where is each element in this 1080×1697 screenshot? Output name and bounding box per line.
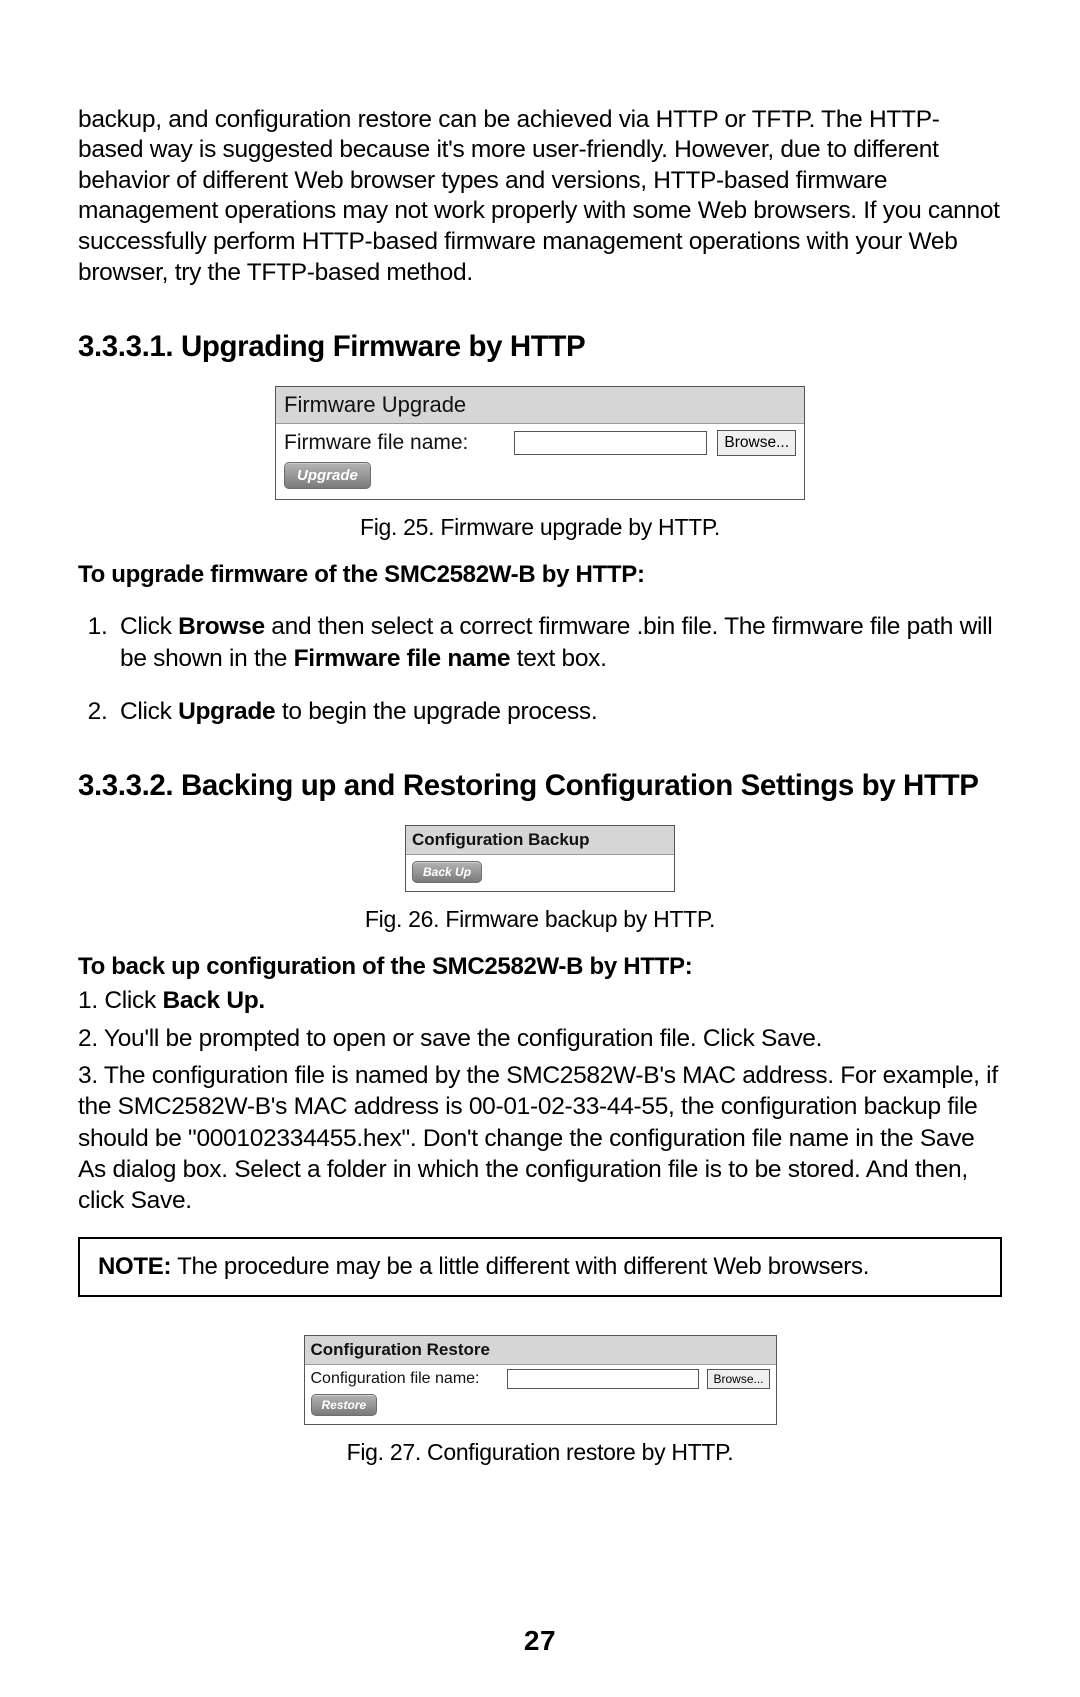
backup-step-2: 2. You'll be prompted to open or save th… [78, 1023, 1002, 1054]
configuration-backup-body: Back Up [406, 855, 674, 891]
text: text box. [510, 645, 606, 672]
browse-button[interactable]: Browse... [717, 430, 796, 456]
browse-button[interactable]: Browse... [707, 1369, 769, 1389]
note-label: NOTE: [98, 1253, 171, 1280]
backup-lead: To back up configuration of the SMC2582W… [78, 953, 1002, 981]
backup-step-1: 1. Click Back Up. [78, 985, 1002, 1016]
emph-back-up: Back Up. [162, 987, 264, 1014]
upgrade-button[interactable]: Upgrade [284, 462, 371, 489]
text: Click [120, 613, 178, 640]
figure-25-caption: Fig. 25. Firmware upgrade by HTTP. [78, 514, 1002, 541]
figure-26-caption: Fig. 26. Firmware backup by HTTP. [78, 906, 1002, 933]
section-heading-3332: 3.3.3.2. Backing up and Restoring Config… [78, 769, 1002, 803]
firmware-upgrade-title: Firmware Upgrade [276, 387, 804, 424]
upgrade-lead: To upgrade firmware of the SMC2582W-B by… [78, 561, 1002, 589]
configuration-restore-title: Configuration Restore [305, 1336, 776, 1365]
list-item: Click Upgrade to begin the upgrade proce… [114, 696, 1002, 727]
configuration-file-name-label: Configuration file name: [311, 1370, 499, 1388]
emph-upgrade: Upgrade [178, 698, 275, 725]
text: to begin the upgrade process. [275, 698, 597, 725]
text: 1. Click [78, 987, 162, 1014]
section-heading-3331: 3.3.3.1. Upgrading Firmware by HTTP [78, 330, 1002, 364]
restore-button[interactable]: Restore [311, 1394, 378, 1416]
upgrade-steps-list: Click Browse and then select a correct f… [78, 611, 1002, 727]
configuration-file-name-input[interactable] [507, 1369, 700, 1389]
text: Click [120, 698, 178, 725]
intro-paragraph: backup, and configuration restore can be… [78, 105, 1002, 289]
back-up-button[interactable]: Back Up [412, 861, 482, 883]
firmware-file-name-label: Firmware file name: [284, 431, 504, 455]
firmware-file-name-input[interactable] [514, 431, 707, 455]
configuration-restore-panel: Configuration Restore Configuration file… [304, 1335, 777, 1425]
firmware-upgrade-panel: Firmware Upgrade Firmware file name: Bro… [275, 386, 805, 500]
page-number: 27 [0, 1625, 1080, 1657]
emph-firmware-file-name: Firmware file name [294, 645, 511, 672]
configuration-restore-body: Configuration file name: Browse... Resto… [305, 1365, 776, 1424]
configuration-backup-panel: Configuration Backup Back Up [405, 825, 675, 892]
note-box: NOTE: The procedure may be a little diff… [78, 1237, 1002, 1297]
backup-step-3: 3. The configuration file is named by th… [78, 1060, 1002, 1217]
list-item: Click Browse and then select a correct f… [114, 611, 1002, 674]
configuration-backup-title: Configuration Backup [406, 826, 674, 855]
firmware-upgrade-body: Firmware file name: Browse... Upgrade [276, 424, 804, 499]
document-page: backup, and configuration restore can be… [0, 0, 1080, 1697]
emph-browse: Browse [178, 613, 265, 640]
figure-27-caption: Fig. 27. Configuration restore by HTTP. [78, 1439, 1002, 1466]
note-text: The procedure may be a little different … [171, 1253, 869, 1280]
